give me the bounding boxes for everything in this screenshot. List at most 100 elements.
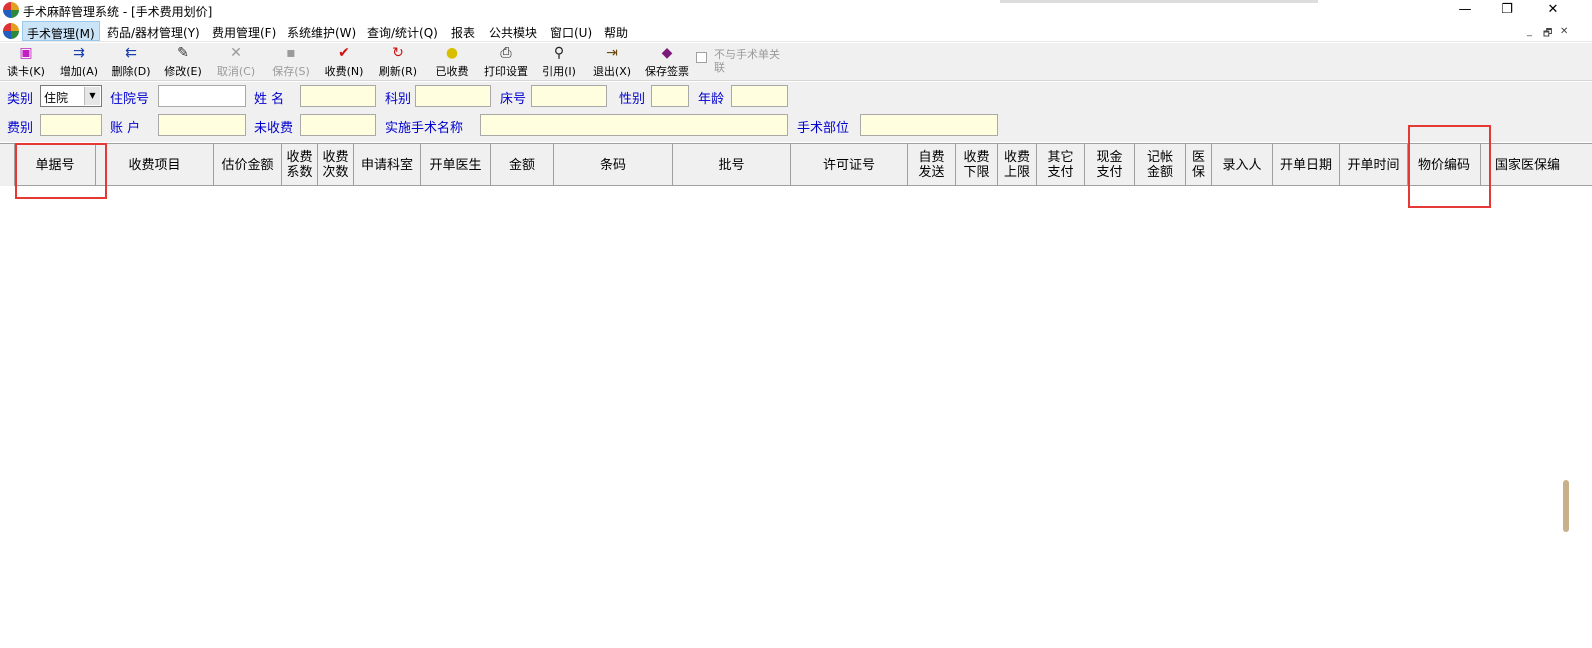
exit-label: 退出(X) <box>592 65 632 78</box>
fee-items-grid[interactable]: 单据号 收费项目 估价金额 收费 系数 收费 次数 申请科室 开单医生 金额 条… <box>0 143 1592 648</box>
col-amount[interactable]: 金额 <box>491 144 554 186</box>
save-sign-ticket-button[interactable]: ◆ 保存签票 <box>641 45 693 79</box>
delete-icon: ⇇ <box>125 45 137 61</box>
admission-no-input[interactable] <box>158 85 246 107</box>
menu-query-statistics[interactable]: 查询/统计(Q) <box>367 24 438 41</box>
col-charge-upper-limit[interactable]: 收费 上限 <box>998 144 1037 186</box>
splitter-handle[interactable] <box>1563 480 1569 532</box>
category-value: 住院 <box>44 91 69 105</box>
mdi-child-icon[interactable] <box>3 23 19 39</box>
col-batch-no[interactable]: 批号 <box>673 144 791 186</box>
minimize-window-button[interactable]: — <box>1442 0 1488 20</box>
unpaid-label: 未收费 <box>254 121 294 136</box>
col-charge-coefficient[interactable]: 收费 系数 <box>282 144 318 186</box>
edit-icon: ✎ <box>177 45 189 61</box>
card-reader-icon: ▣ <box>19 45 33 61</box>
unpaid-input[interactable] <box>300 114 376 136</box>
gender-input[interactable] <box>651 85 689 107</box>
bed-input[interactable] <box>531 85 607 107</box>
edit-button[interactable]: ✎ 修改(E) <box>161 45 205 79</box>
menu-common-modules[interactable]: 公共模块 <box>489 24 537 41</box>
charged-button[interactable]: ● 已收费 <box>430 45 474 79</box>
refresh-icon: ↻ <box>392 45 404 61</box>
col-order-date[interactable]: 开单日期 <box>1273 144 1340 186</box>
col-self-pay-send[interactable]: 自费 发送 <box>908 144 956 186</box>
unlink-surgery-label: 不与手术单关联 <box>714 48 780 74</box>
exit-button[interactable]: ⇥ 退出(X) <box>590 45 634 79</box>
bed-label: 床号 <box>500 92 527 107</box>
col-national-insurance-code[interactable]: 国家医保编 <box>1481 144 1592 186</box>
menu-drug-equipment[interactable]: 药品/器材管理(Y) <box>107 24 200 41</box>
chevron-down-icon[interactable]: ▼ <box>84 87 100 105</box>
menu-system-maintenance[interactable]: 系统维护(W) <box>287 24 356 41</box>
sign-book-icon: ◆ <box>661 45 673 61</box>
name-input[interactable] <box>300 85 376 107</box>
charge-button[interactable]: ✔ 收费(N) <box>322 45 366 79</box>
read-card-button[interactable]: ▣ 读卡(K) <box>4 45 48 79</box>
account-input[interactable] <box>158 114 246 136</box>
category-select[interactable]: 住院 ▼ <box>40 85 102 107</box>
surgery-name-label: 实施手术名称 <box>385 121 464 136</box>
col-medical-insurance[interactable]: 医 保 <box>1186 144 1212 186</box>
app-logo-icon <box>3 2 19 18</box>
reference-button[interactable]: ⚲ 引用(I) <box>537 45 581 79</box>
reference-label: 引用(I) <box>542 65 576 78</box>
category-label: 类别 <box>7 92 34 107</box>
highlight-price-code <box>1408 125 1491 208</box>
surgery-site-input[interactable] <box>860 114 998 136</box>
fee-type-label: 费别 <box>7 121 34 136</box>
exit-door-icon: ⇥ <box>606 45 618 61</box>
close-window-button[interactable]: ✕ <box>1530 0 1576 20</box>
charge-checkmark-icon: ✔ <box>338 45 350 61</box>
delete-label: 删除(D) <box>111 65 151 78</box>
delete-button[interactable]: ⇇ 删除(D) <box>109 45 153 79</box>
department-input[interactable] <box>415 85 491 107</box>
col-charge-lower-limit[interactable]: 收费 下限 <box>956 144 998 186</box>
add-button[interactable]: ⇉ 增加(A) <box>57 45 101 79</box>
col-other-payment[interactable]: 其它 支付 <box>1037 144 1085 186</box>
col-entered-by[interactable]: 录入人 <box>1212 144 1273 186</box>
read-card-label: 读卡(K) <box>7 65 45 78</box>
menu-reports[interactable]: 报表 <box>451 24 475 41</box>
overlay-shadow <box>1000 0 1318 3</box>
col-charge-item[interactable]: 收费项目 <box>96 144 214 186</box>
grid-header: 单据号 收费项目 估价金额 收费 系数 收费 次数 申请科室 开单医生 金额 条… <box>0 144 1592 186</box>
refresh-button[interactable]: ↻ 刷新(R) <box>376 45 420 79</box>
menu-bar: 手术管理(M) 药品/器材管理(Y) 费用管理(F) 系统维护(W) 查询/统计… <box>0 20 1592 42</box>
menu-window[interactable]: 窗口(U) <box>550 24 592 41</box>
menu-help[interactable]: 帮助 <box>604 24 628 41</box>
menu-surgery-management[interactable]: 手术管理(M) <box>22 21 100 41</box>
print-settings-button[interactable]: ⎙ 打印设置 <box>481 45 531 79</box>
col-charge-count[interactable]: 收费 次数 <box>318 144 354 186</box>
add-icon: ⇉ <box>73 45 85 61</box>
save-icon: ▪ <box>286 45 296 61</box>
window-title: 手术麻醉管理系统 - [手术费用划价] <box>23 5 213 19</box>
surgery-name-input[interactable] <box>480 114 788 136</box>
col-order-time[interactable]: 开单时间 <box>1340 144 1408 186</box>
mdi-close-button[interactable]: ✕ <box>1560 26 1568 37</box>
col-requesting-department[interactable]: 申请科室 <box>354 144 421 186</box>
unlink-surgery-checkbox[interactable] <box>696 52 707 63</box>
menu-fee-management[interactable]: 费用管理(F) <box>212 24 276 41</box>
col-account-amount[interactable]: 记帐 金额 <box>1135 144 1186 186</box>
col-estimated-amount[interactable]: 估价金额 <box>214 144 282 186</box>
col-ordering-doctor[interactable]: 开单医生 <box>421 144 491 186</box>
col-barcode[interactable]: 条码 <box>554 144 673 186</box>
age-input[interactable] <box>731 85 788 107</box>
charge-label: 收费(N) <box>324 65 364 78</box>
col-license-no[interactable]: 许可证号 <box>791 144 908 186</box>
col-cash-payment[interactable]: 现金 支付 <box>1085 144 1135 186</box>
cancel-label: 取消(C) <box>216 65 256 78</box>
surgery-site-label: 手术部位 <box>797 121 850 136</box>
mdi-minimize-button[interactable]: _ <box>1527 26 1532 37</box>
reference-icon: ⚲ <box>553 45 565 61</box>
restore-window-button[interactable]: ❐ <box>1484 0 1530 20</box>
age-label: 年龄 <box>698 92 725 107</box>
save-button[interactable]: ▪ 保存(S) <box>269 45 313 79</box>
print-settings-label: 打印设置 <box>484 65 528 78</box>
mdi-restore-button[interactable]: 🗗 <box>1543 26 1552 43</box>
fee-type-input[interactable] <box>40 114 102 136</box>
refresh-label: 刷新(R) <box>378 65 418 78</box>
charged-label: 已收费 <box>435 65 469 78</box>
cancel-button[interactable]: ✕ 取消(C) <box>214 45 258 79</box>
